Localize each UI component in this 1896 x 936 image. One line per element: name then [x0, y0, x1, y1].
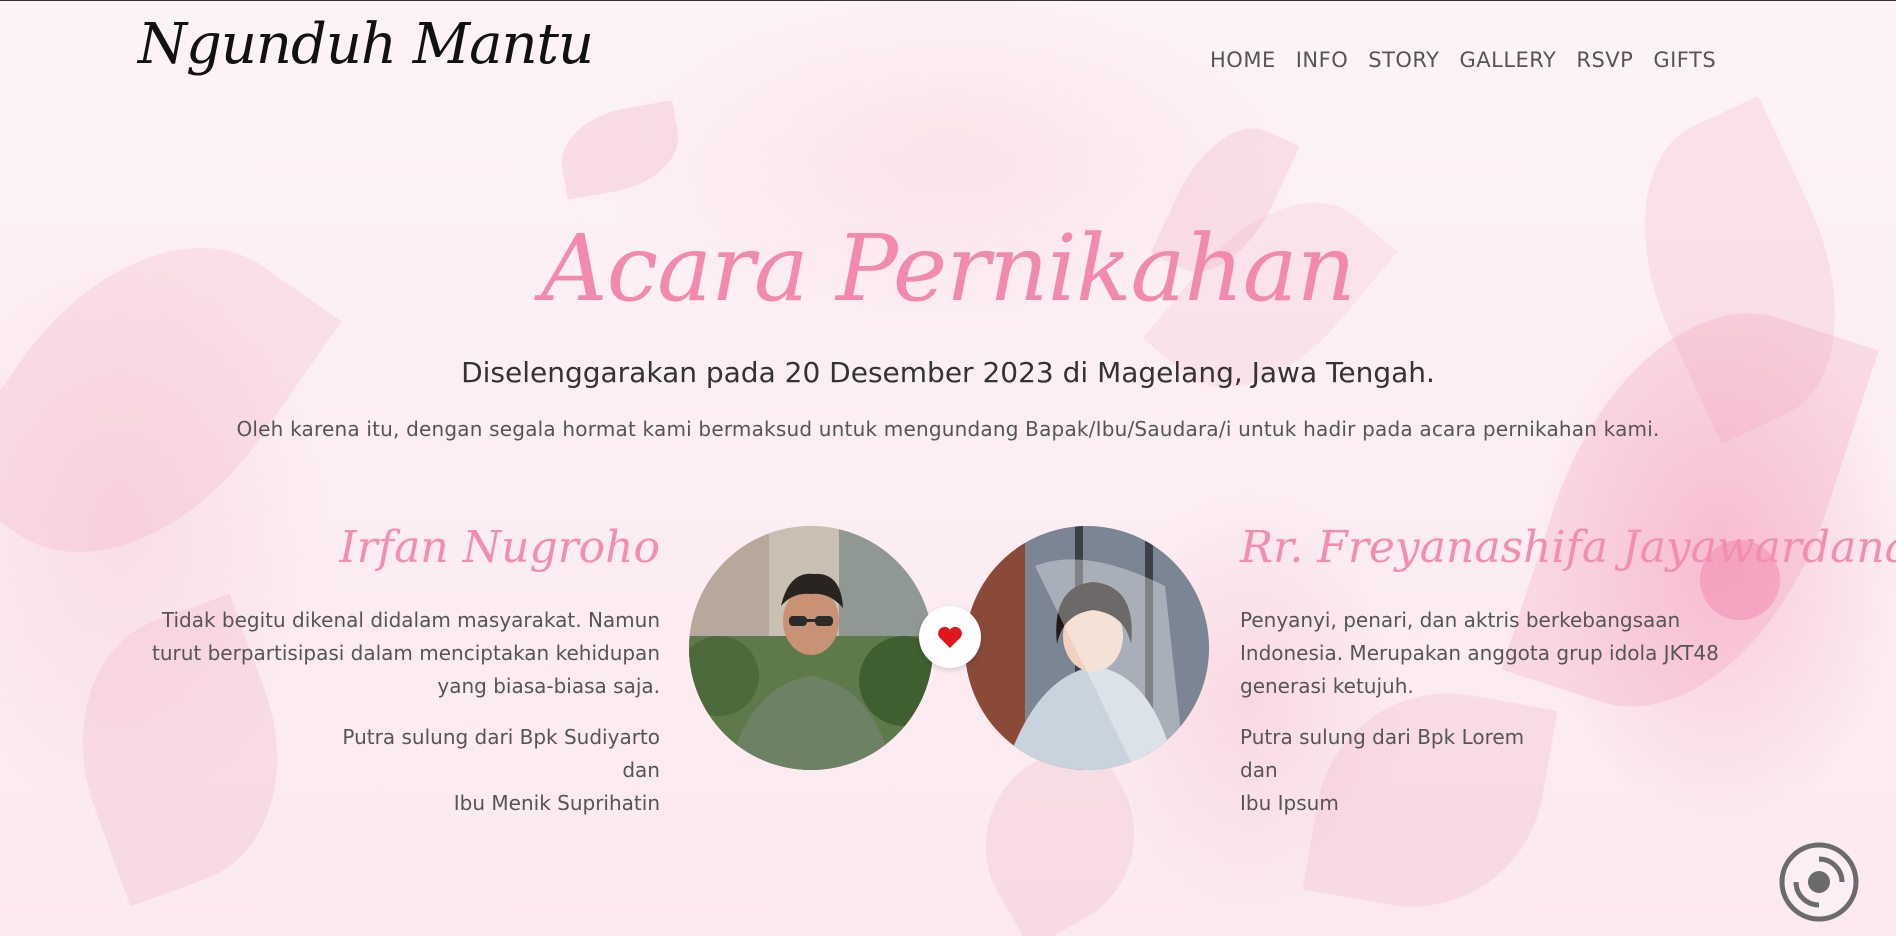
bride-photo: [965, 526, 1209, 770]
nav-gallery[interactable]: GALLERY: [1460, 48, 1557, 72]
groom-parents-line-2: dan: [622, 758, 660, 782]
heart-badge: [919, 606, 981, 668]
bride-bio: Penyanyi, penari, dan aktris berkebangsa…: [1240, 608, 1719, 698]
groom-name: Irfan Nugroho: [339, 522, 660, 573]
invitation-intro: Oleh karena itu, dengan segala hormat ka…: [236, 417, 1660, 441]
nav-rsvp[interactable]: RSVP: [1576, 48, 1633, 72]
music-toggle-button[interactable]: [1778, 841, 1860, 923]
nav-gifts[interactable]: GIFTS: [1653, 48, 1716, 72]
heart-icon: [938, 626, 962, 648]
groom-photo: [689, 526, 933, 770]
groom-bio: Tidak begitu dikenal didalam masyarakat.…: [151, 608, 660, 698]
main-nav: HOME INFO STORY GALLERY RSVP GIFTS: [1210, 48, 1716, 72]
nav-home[interactable]: HOME: [1210, 48, 1276, 72]
groom-parents-line-3: Ibu Menik Suprihatin: [453, 791, 660, 815]
site-header: Ngunduh Mantu HOME INFO STORY GALLERY RS…: [0, 0, 1896, 120]
groom-parents: Putra sulung dari Bpk Sudiyarto dan Ibu …: [240, 721, 660, 820]
page-title: Acara Pernikahan: [541, 215, 1356, 322]
music-disc-icon: [1779, 842, 1859, 922]
bride-parents: Putra sulung dari Bpk Lorem dan Ibu Ipsu…: [1240, 721, 1660, 820]
bride-name: Rr. Freyanashifa Jayawardana: [1240, 522, 1896, 573]
bride-parents-line-2: dan: [1240, 758, 1278, 782]
event-subtitle: Diselenggarakan pada 20 Desember 2023 di…: [461, 356, 1435, 389]
bride-parents-line-1: Putra sulung dari Bpk Lorem: [1240, 725, 1525, 749]
groom-parents-line-1: Putra sulung dari Bpk Sudiyarto: [342, 725, 660, 749]
bride-parents-line-3: Ibu Ipsum: [1240, 791, 1339, 815]
nav-info[interactable]: INFO: [1296, 48, 1349, 72]
site-logo[interactable]: Ngunduh Mantu: [138, 12, 594, 77]
nav-story[interactable]: STORY: [1368, 48, 1439, 72]
